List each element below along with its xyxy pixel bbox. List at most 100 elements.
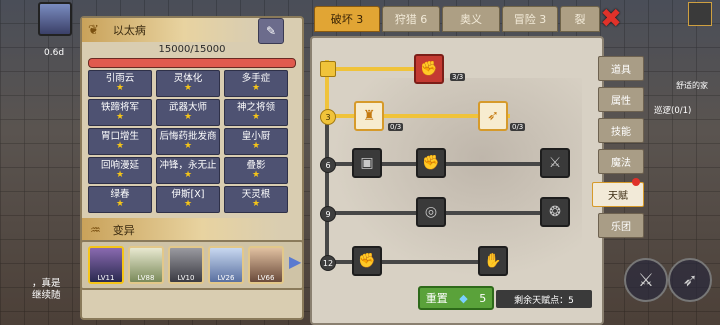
talent-gauntlet-node[interactable]: ✋ <box>478 246 508 276</box>
avatar-level: LV66 <box>257 274 275 282</box>
reset-button[interactable]: 重置 ◆ 5 <box>418 286 494 310</box>
trait-cell[interactable]: 神之将领 ★ <box>224 99 288 126</box>
minimap-icon[interactable] <box>688 2 712 26</box>
tree-start-marker <box>320 61 336 77</box>
bow-button[interactable]: ➶ <box>668 258 712 302</box>
player-portrait[interactable] <box>38 2 72 36</box>
talent-strength-node[interactable]: ♜ <box>354 101 384 131</box>
scroll-icon: ❦ <box>88 22 99 38</box>
star-icon: ★ <box>183 199 193 209</box>
remaining-points: 剩余天赋点：5 <box>496 290 592 308</box>
star-icon: ★ <box>115 112 125 122</box>
mutation-icon: ♒ <box>90 223 101 237</box>
slash-icon: ➶ <box>487 108 499 124</box>
tab-destroy[interactable]: 破坏 3 <box>314 6 380 32</box>
star-icon: ★ <box>251 141 261 151</box>
scene-top-left-text: 0.6d <box>44 48 65 58</box>
star-icon: ★ <box>251 199 261 209</box>
mutation-avatar-5[interactable]: LV66 <box>248 246 284 284</box>
trait-cell[interactable]: 绿春 ★ <box>88 186 152 213</box>
sidetab-band[interactable]: 乐团 <box>598 213 644 238</box>
talent-shield-node[interactable]: ▣ <box>352 148 382 178</box>
star-icon: ★ <box>183 112 193 122</box>
tab-hunt[interactable]: 狩猎 6 <box>382 6 440 32</box>
talent-panel: 3 6 9 12 ✊ 3/3 ♜ 0/3 ➶ 0/3 ▣ ✊ ⚔ ◎ ❂ ✊ ✋… <box>310 36 604 325</box>
talent-bat-node[interactable]: ❂ <box>540 197 570 227</box>
star-icon: ★ <box>115 83 125 93</box>
trait-cell[interactable]: 伊斯[X] ★ <box>156 186 220 213</box>
talent-count-right: 0/3 <box>510 123 526 131</box>
tab-mystery[interactable]: 奥义 <box>442 6 500 32</box>
talent-arm-wrestle-node[interactable]: ✊ <box>414 54 444 84</box>
talent-slash-node[interactable]: ➶ <box>478 101 508 131</box>
hp-text: 15000/15000 <box>158 44 226 55</box>
mutation-header: ♒ 变异 <box>82 218 282 242</box>
mutation-avatar-3[interactable]: LV10 <box>168 246 204 284</box>
trait-cell[interactable]: 灵体化 ★ <box>156 70 220 97</box>
dialog-line-1: ，真是 <box>32 278 61 289</box>
hp-bar <box>88 58 296 68</box>
star-icon: ★ <box>115 170 125 180</box>
star-icon: ★ <box>115 199 125 209</box>
tab-rift[interactable]: 裂 <box>560 6 600 32</box>
sidetab-items[interactable]: 道具 <box>598 56 644 81</box>
trait-cell[interactable]: 武器大师 ★ <box>156 99 220 126</box>
sidetab-attributes[interactable]: 属性 <box>598 87 644 112</box>
trait-cell[interactable]: 天灵根 ★ <box>224 186 288 213</box>
quake-icon: ◎ <box>424 204 438 220</box>
talent-sword-node[interactable]: ⚔ <box>540 148 570 178</box>
fist-icon: ✊ <box>422 155 440 171</box>
arm-wrestle-icon: ✊ <box>420 61 438 77</box>
star-icon: ★ <box>251 170 261 180</box>
sword-icon: ⚔ <box>548 155 562 171</box>
trait-cell[interactable]: 叠影 ★ <box>224 157 288 184</box>
talent-track-row5 <box>325 260 495 264</box>
talent-count-top: 3/3 <box>450 73 466 81</box>
star-icon: ★ <box>183 83 193 93</box>
sidetab-magic[interactable]: 魔法 <box>598 149 644 174</box>
scene-house-label: 舒适的家 <box>676 81 708 90</box>
trait-grid: 引雨云 ★ 灵体化 ★ 多手症 ★ 铁蹄将军 ★ 武器大师 ★ 神之将领 ★ 胃口增生 ★ 后悔药批发商 ★ 皇… <box>88 70 296 213</box>
muscle-icon: ♜ <box>362 108 376 124</box>
close-button[interactable]: ✖ <box>596 4 626 34</box>
attack-button[interactable]: ⚔ <box>624 258 668 302</box>
tab-adventure[interactable]: 冒险 3 <box>502 6 558 32</box>
star-icon: ★ <box>115 141 125 151</box>
trait-cell[interactable]: 皇小厨 ★ <box>224 128 288 155</box>
bat-icon: ❂ <box>549 204 561 220</box>
trait-cell[interactable]: 胃口增生 ★ <box>88 128 152 155</box>
avatar-level: LV10 <box>177 274 195 282</box>
mutation-avatar-1[interactable]: LV11 <box>88 246 124 284</box>
trait-cell[interactable]: 冲锋，永无止 ★ <box>156 157 220 184</box>
mutation-avatar-4[interactable]: LV26 <box>208 246 244 284</box>
fist-icon: ✊ <box>358 253 376 269</box>
talent-count-left: 0/3 <box>388 123 404 131</box>
reset-label: 重置 <box>425 292 448 305</box>
talent-quake-node[interactable]: ◎ <box>416 197 446 227</box>
mutation-avatar-2[interactable]: LV88 <box>128 246 164 284</box>
close-icon: ✖ <box>600 4 622 34</box>
notification-dot <box>632 178 640 186</box>
level-marker-9: 9 <box>320 206 336 222</box>
level-marker-6: 6 <box>320 157 336 173</box>
shield-icon: ▣ <box>360 155 374 171</box>
pencil-icon: ✎ <box>265 24 277 38</box>
star-icon: ★ <box>183 141 193 151</box>
talent-punch-node[interactable]: ✊ <box>416 148 446 178</box>
bow-icon: ➶ <box>682 269 698 291</box>
gauntlet-icon: ✋ <box>484 253 502 269</box>
trait-cell[interactable]: 引雨云 ★ <box>88 70 152 97</box>
trait-cell[interactable]: 铁蹄将军 ★ <box>88 99 152 126</box>
trait-cell[interactable]: 多手症 ★ <box>224 70 288 97</box>
edit-button[interactable]: ✎ <box>258 18 284 44</box>
talent-fist-node[interactable]: ✊ <box>352 246 382 276</box>
gem-cost: 5 <box>479 291 487 305</box>
chevron-right-icon[interactable]: ▶ <box>289 252 301 271</box>
mutation-title: 变异 <box>112 224 135 237</box>
trait-cell[interactable]: 回响漫延 ★ <box>88 157 152 184</box>
star-icon: ★ <box>251 112 261 122</box>
sidetab-skills[interactable]: 技能 <box>598 118 644 143</box>
avatar-level: LV26 <box>217 274 235 282</box>
character-header: ❦ 以太病 <box>82 18 252 42</box>
trait-cell[interactable]: 后悔药批发商 ★ <box>156 128 220 155</box>
